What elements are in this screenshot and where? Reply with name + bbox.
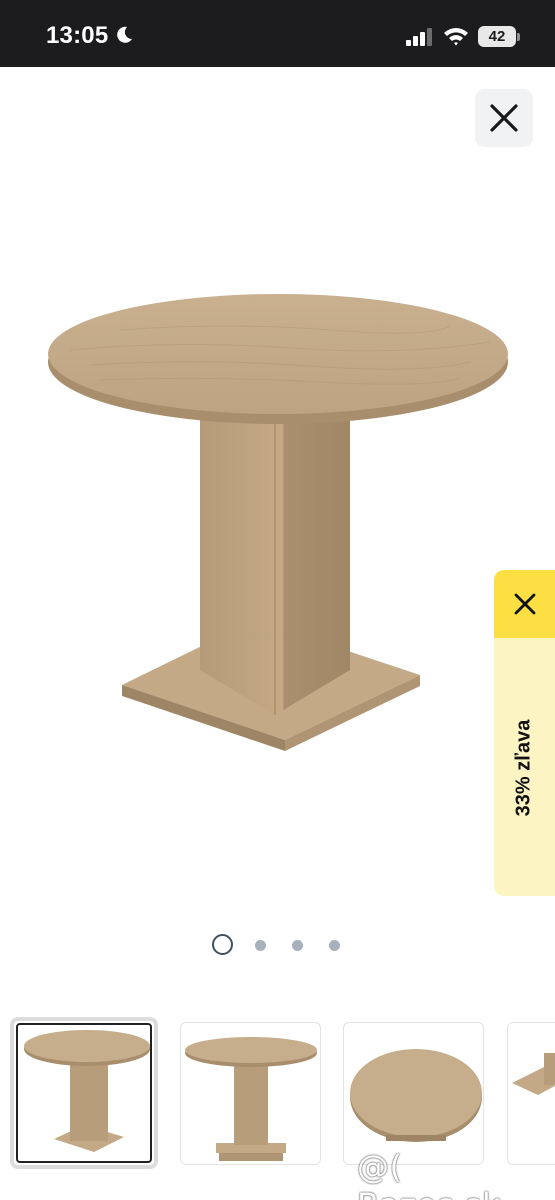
close-icon bbox=[514, 593, 536, 615]
thumbnail-1[interactable] bbox=[10, 1017, 158, 1169]
product-image[interactable] bbox=[30, 270, 530, 790]
moon-icon bbox=[114, 25, 134, 50]
status-bar: 13:05 42 bbox=[0, 0, 555, 67]
battery-tip bbox=[517, 33, 520, 41]
promo-close-button[interactable] bbox=[494, 570, 555, 638]
pagination-dot-2[interactable] bbox=[255, 940, 266, 951]
close-button[interactable] bbox=[475, 89, 533, 147]
pagination-dot-3[interactable] bbox=[292, 940, 303, 951]
pagination-dots bbox=[0, 934, 555, 956]
promo-tab: 33% zľava bbox=[494, 570, 555, 896]
thumbnail-2[interactable] bbox=[180, 1022, 321, 1165]
wifi-icon bbox=[443, 26, 469, 51]
promo-discount[interactable]: 33% zľava bbox=[494, 638, 555, 896]
pagination-dot-1[interactable] bbox=[212, 934, 233, 955]
battery-icon: 42 bbox=[478, 26, 516, 47]
close-icon bbox=[490, 104, 518, 132]
thumbnail-3[interactable] bbox=[343, 1022, 484, 1165]
watermark: @( Bazos.sk bbox=[357, 1148, 500, 1200]
thumbnail-4[interactable] bbox=[507, 1022, 555, 1165]
signal-icon bbox=[406, 28, 434, 51]
pagination-dot-4[interactable] bbox=[329, 940, 340, 951]
status-time: 13:05 bbox=[46, 22, 109, 49]
promo-label: 33% zľava bbox=[512, 719, 535, 817]
